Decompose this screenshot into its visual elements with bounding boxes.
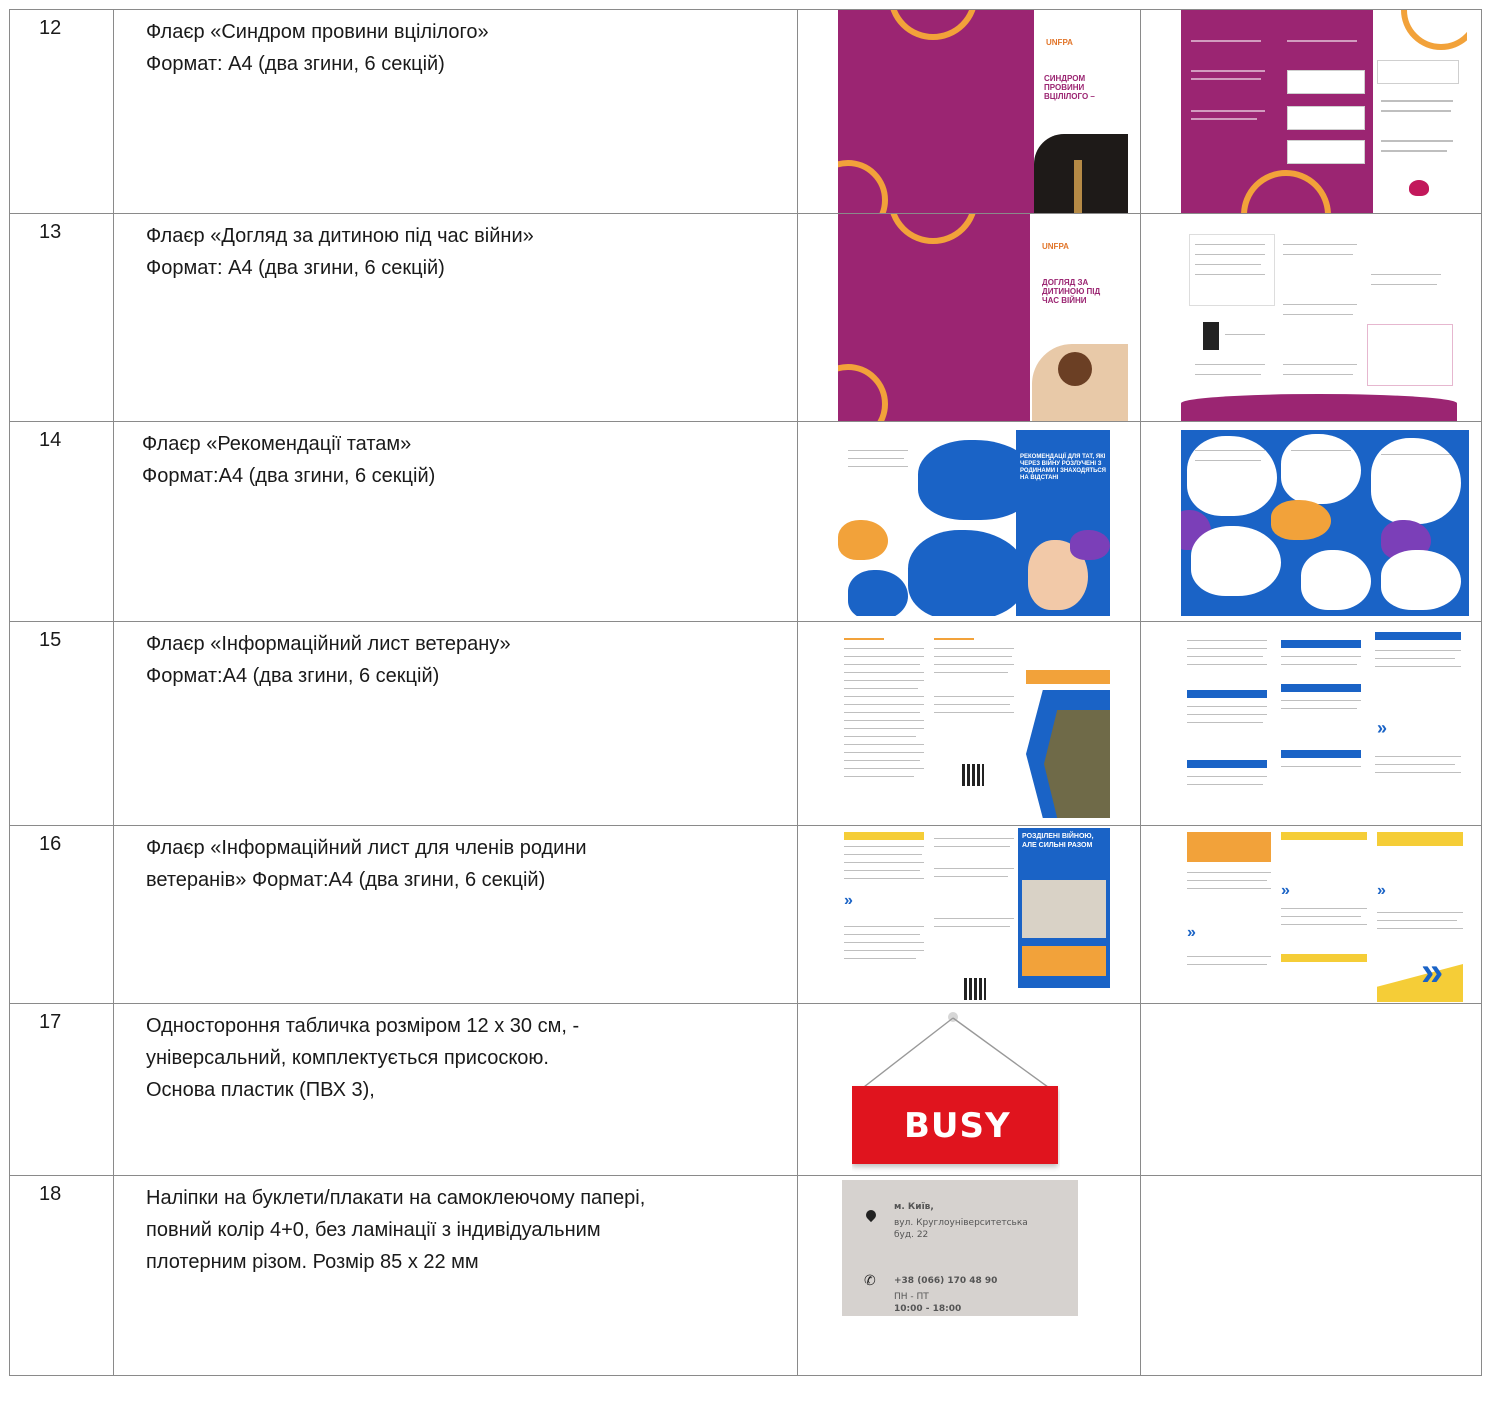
image-cell-front: UNFPA ДОГЛЯД ЗА ДИТИНОЮ ПІД ЧАС ВІЙНИ	[797, 213, 1141, 422]
table-row: 18 Наліпки на буклети/плакати на самокле…	[9, 1175, 1482, 1376]
row-description: Флаєр «Синдром провини вцілілого» Формат…	[113, 9, 798, 214]
busy-sign-image: BUSY	[852, 1010, 1060, 1172]
description-line: Флаєр «Інформаційний лист ветерану»	[146, 633, 511, 655]
description-line: Флаєр «Рекомендації татам»	[142, 433, 412, 455]
sign-text: BUSY	[904, 1106, 1011, 1146]
row-description: Флаєр «Догляд за дитиною під час війни» …	[113, 213, 798, 422]
sticker-building: буд. 22	[894, 1230, 929, 1240]
image-cell-back: »	[1140, 621, 1482, 826]
row-number: 18	[9, 1175, 114, 1376]
empty-cell	[1140, 1175, 1482, 1376]
description-line: ветеранів» Формат:А4 (два згини, 6 секці…	[146, 869, 546, 891]
description-line: універсальний, комплектується присоскою.	[146, 1047, 549, 1069]
image-cell-front	[797, 621, 1141, 826]
row-number: 12	[9, 9, 114, 214]
flyer-15-front-image	[838, 630, 1110, 818]
image-cell-back	[1140, 9, 1482, 214]
image-cell-back	[1140, 421, 1482, 622]
row-number: 14	[9, 421, 114, 622]
description-line: Формат:А4 (два згини, 6 секцій)	[142, 465, 436, 487]
image-cell-front: » РОЗДІЛЕНІ ВІЙНОЮ, АЛЕ СИЛЬНІ РАЗОМ	[797, 825, 1141, 1004]
description-line: Флаєр «Догляд за дитиною під час війни»	[146, 225, 534, 247]
flyer-12-back-image	[1181, 10, 1467, 213]
description-line: Флаєр «Інформаційний лист для членів род…	[146, 837, 587, 859]
row-description: Флаєр «Рекомендації татам» Формат:А4 (дв…	[113, 421, 798, 622]
flyer-16-back-image: » » » »	[1181, 828, 1467, 1002]
description-line: Флаєр «Синдром провини вцілілого»	[146, 21, 489, 43]
image-cell-front: м. Київ, вул. Круглоуніверситетська буд.…	[797, 1175, 1141, 1376]
description-line: Формат: А4 (два згини, 6 секцій)	[146, 257, 445, 279]
cover-title: РЕКОМЕНДАЦІЇ ДЛЯ ТАТ, ЯКІ ЧЕРЕЗ ВІЙНУ РО…	[1020, 454, 1106, 481]
description-line: Основа пластик (ПВХ 3),	[146, 1079, 375, 1101]
table-row: 15 Флаєр «Інформаційний лист ветерану» Ф…	[9, 621, 1482, 826]
sticker-days: ПН - ПТ	[894, 1292, 929, 1302]
description-line: Формат:А4 (два згини, 6 секцій)	[146, 665, 440, 687]
flyer-16-front-image: » РОЗДІЛЕНІ ВІЙНОЮ, АЛЕ СИЛЬНІ РАЗОМ	[838, 828, 1110, 1002]
flyer-13-back-image	[1181, 214, 1457, 421]
image-cell-front: РЕКОМЕНДАЦІЇ ДЛЯ ТАТ, ЯКІ ЧЕРЕЗ ВІЙНУ РО…	[797, 421, 1141, 622]
description-line: Одностороння табличка розміром 12 х 30 с…	[146, 1015, 580, 1037]
spec-table: 12 Флаєр «Синдром провини вцілілого» Фор…	[9, 9, 1482, 1376]
row-number: 17	[9, 1003, 114, 1176]
location-icon	[863, 1207, 879, 1223]
row-description: Наліпки на буклети/плакати на самоклеючо…	[113, 1175, 798, 1376]
table-row: 14 Флаєр «Рекомендації татам» Формат:А4 …	[9, 421, 1482, 622]
image-cell-back	[1140, 213, 1482, 422]
cover-title: СИНДРОМ ПРОВИНИ ВЦІЛІЛОГО –	[1044, 74, 1095, 101]
image-cell-front: UNFPA СИНДРОМ ПРОВИНИ ВЦІЛІЛОГО –	[797, 9, 1141, 214]
cover-title: ДОГЛЯД ЗА ДИТИНОЮ ПІД ЧАС ВІЙНИ	[1042, 278, 1101, 305]
row-description: Одностороння табличка розміром 12 х 30 с…	[113, 1003, 798, 1176]
flyer-15-back-image: »	[1181, 630, 1467, 816]
description-line: Формат: А4 (два згини, 6 секцій)	[146, 53, 445, 75]
row-description: Флаєр «Інформаційний лист ветерану» Форм…	[113, 621, 798, 826]
empty-cell	[1140, 1003, 1482, 1176]
sticker-image: м. Київ, вул. Круглоуніверситетська буд.…	[842, 1180, 1078, 1316]
flyer-14-back-image	[1181, 430, 1469, 616]
table-row: 12 Флаєр «Синдром провини вцілілого» Фор…	[9, 9, 1482, 214]
table-row: 16 Флаєр «Інформаційний лист для членів …	[9, 825, 1482, 1004]
flyer-13-front-image: UNFPA ДОГЛЯД ЗА ДИТИНОЮ ПІД ЧАС ВІЙНИ	[838, 214, 1128, 421]
phone-icon: ✆	[864, 1272, 876, 1288]
description-line: плотерним різом. Розмір 85 х 22 мм	[146, 1251, 479, 1273]
flyer-12-front-image: UNFPA СИНДРОМ ПРОВИНИ ВЦІЛІЛОГО –	[838, 10, 1128, 213]
image-cell-front: BUSY	[797, 1003, 1141, 1176]
row-number: 15	[9, 621, 114, 826]
row-description: Флаєр «Інформаційний лист для членів род…	[113, 825, 798, 1004]
table-row: 17 Одностороння табличка розміром 12 х 3…	[9, 1003, 1482, 1176]
sticker-city: м. Київ,	[894, 1202, 934, 1212]
cover-title: РОЗДІЛЕНІ ВІЙНОЮ, АЛЕ СИЛЬНІ РАЗОМ	[1022, 833, 1094, 849]
description-line: Наліпки на буклети/плакати на самоклеючо…	[146, 1187, 646, 1209]
description-line: повний колір 4+0, без ламінації з індиві…	[146, 1219, 601, 1241]
sticker-street: вул. Круглоуніверситетська	[894, 1218, 1028, 1228]
flyer-14-front-image: РЕКОМЕНДАЦІЇ ДЛЯ ТАТ, ЯКІ ЧЕРЕЗ ВІЙНУ РО…	[838, 430, 1110, 616]
sticker-hours: 10:00 - 18:00	[894, 1304, 962, 1314]
sticker-phone: +38 (066) 170 48 90	[894, 1276, 998, 1286]
row-number: 13	[9, 213, 114, 422]
image-cell-back: » » » »	[1140, 825, 1482, 1004]
row-number: 16	[9, 825, 114, 1004]
table-row: 13 Флаєр «Догляд за дитиною під час війн…	[9, 213, 1482, 422]
